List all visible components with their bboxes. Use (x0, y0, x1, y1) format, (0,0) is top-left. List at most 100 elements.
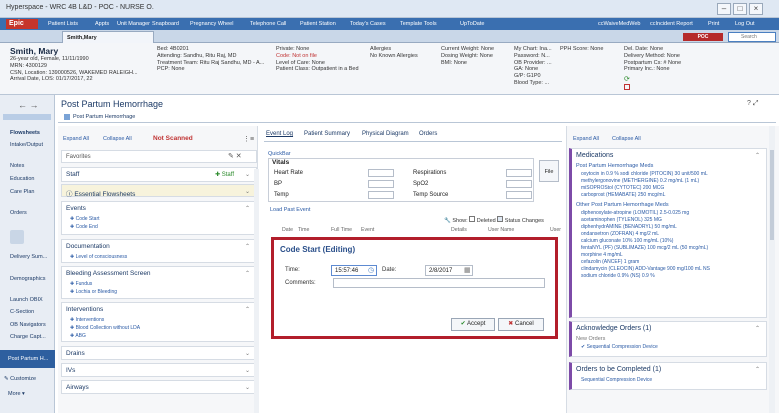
favorites-edit-icon[interactable]: ✎ ✕ (228, 152, 242, 160)
tab-patient-summary[interactable]: Patient Summary (304, 131, 350, 137)
med-item[interactable]: fentaNYL (PF) (SUBLIMAZE) 100 mcg/2 mL (… (572, 244, 766, 251)
menu-pregnancy-wheel[interactable]: Pregnancy Wheel (190, 21, 233, 27)
chevron-down-icon[interactable]: ⌄ (245, 367, 250, 374)
menu-todays-cases[interactable]: Today's Cases (350, 21, 386, 27)
temp-field[interactable] (368, 191, 394, 199)
accept-button[interactable]: ✔ Accept (451, 318, 495, 331)
patient-tab[interactable]: Smith,Mary (62, 31, 154, 43)
blood-collection-link[interactable]: ✚ Blood Collection without LDA (62, 324, 256, 332)
right-expand-all-link[interactable]: Expand All (573, 136, 599, 142)
more-button[interactable]: More ▾ (8, 391, 25, 397)
collapse-icon[interactable]: ⌃ (245, 205, 250, 212)
nav-charge-capture[interactable]: Charge Capt... (0, 334, 55, 340)
collapse-all-link[interactable]: Collapse All (103, 136, 132, 142)
nav-intake-output[interactable]: Intake/Output (0, 142, 55, 148)
maximize-button[interactable]: □ (733, 3, 747, 15)
section-airways[interactable]: Airways ⌄ (61, 380, 257, 394)
med-item[interactable]: miSOPROStol (CYTOTEC) 200 MCG (572, 184, 766, 191)
med-item[interactable]: acetaminophen (TYLENOL) 325 MG (572, 216, 766, 223)
staff-add-button[interactable]: ✚ Staff (215, 171, 234, 178)
menu-template-tools[interactable]: Template Tools (400, 21, 437, 27)
menu-patient-station[interactable]: Patient Station (300, 21, 336, 27)
section-documentation[interactable]: Documentation ✚ Level of consciousness ⌃ (61, 239, 257, 263)
chevron-down-icon[interactable]: ⌄ (245, 171, 250, 178)
med-item[interactable]: methylergonovine (METHERGINE) 0.2 mg/mL … (572, 177, 766, 184)
spo2-field[interactable] (506, 180, 532, 188)
nav-launch-obix[interactable]: Launch OBIX (0, 297, 55, 303)
search-input[interactable]: Search (728, 32, 776, 42)
section-events[interactable]: Events ✚ Code Start ✚ Code End ⌃ (61, 201, 257, 235)
event-code-end-link[interactable]: ✚ Code End (62, 223, 256, 231)
section-interventions[interactable]: Interventions ✚ Interventions ✚ Blood Co… (61, 302, 257, 342)
complete-order-item[interactable]: Sequential Compression Device (572, 376, 766, 383)
menu-log-out[interactable]: Log Out (735, 21, 755, 27)
collapse-icon[interactable]: ⌃ (245, 243, 250, 250)
collapse-icon[interactable]: ⌃ (755, 366, 760, 373)
nav-demographics[interactable]: Demographics (0, 276, 55, 282)
expand-all-link[interactable]: Expand All (63, 136, 89, 142)
nav-flowsheets[interactable]: Flowsheets (0, 130, 55, 136)
status-changes-checkbox[interactable] (497, 216, 504, 222)
menu-appts[interactable]: Appts (95, 21, 109, 27)
abg-link[interactable]: ✚ ABG (62, 332, 256, 340)
lochia-link[interactable]: ✚ Lochia or Bleeding (62, 288, 256, 296)
menu-ccwaivemedweb[interactable]: ccWaiveMedWeb (598, 21, 641, 27)
refresh-icon[interactable]: ⟳ (624, 75, 630, 83)
menu-ccincident-report[interactable]: ccIncident Report (650, 21, 693, 27)
wrench-icon[interactable]: 🔧 (444, 218, 451, 224)
heart-rate-field[interactable] (368, 169, 394, 177)
event-code-start-link[interactable]: ✚ Code Start (62, 215, 256, 223)
minimize-button[interactable]: – (717, 3, 731, 15)
med-item[interactable]: calcium gluconate 10% 100 mg/mL (10%) (572, 237, 766, 244)
section-ivs[interactable]: IVs ⌄ (61, 363, 257, 377)
tab-physical-diagram[interactable]: Physical Diagram (362, 131, 409, 137)
cancel-button[interactable]: ✖ Cancel (498, 318, 544, 331)
nav-post-partum-hemorrhage[interactable]: Post Partum H... (0, 350, 55, 368)
collapse-icon[interactable]: ⌃ (245, 270, 250, 277)
respirations-field[interactable] (506, 169, 532, 177)
navigator-scrollbar[interactable] (254, 169, 259, 413)
temp-source-field[interactable] (506, 191, 532, 199)
menu-print[interactable]: Print (708, 21, 719, 27)
med-item[interactable]: diphenhydrAMINE (BENADRYL) 50 mg/mL (572, 223, 766, 230)
nav-education[interactable]: Education (0, 176, 55, 182)
file-button[interactable]: File (539, 160, 559, 182)
nav-ob-navigators[interactable]: OB Navigators (0, 322, 55, 328)
right-collapse-all-link[interactable]: Collapse All (612, 136, 641, 142)
med-item[interactable]: oxytocin in 0.9 % sodi chloride (PITOCIN… (572, 170, 766, 177)
chevron-down-icon[interactable]: ⌄ (245, 350, 250, 357)
calendar-icon[interactable]: ▦ (464, 266, 471, 274)
bp-field[interactable] (368, 180, 394, 188)
chevron-down-icon[interactable]: ⌄ (245, 384, 250, 391)
menu-snapboard[interactable]: Snapboard (152, 21, 179, 27)
panel-options-icon[interactable]: ⋮≡ (243, 135, 254, 143)
tab-orders[interactable]: Orders (419, 131, 437, 137)
nav-orders[interactable]: Orders (0, 210, 55, 216)
med-item[interactable]: clindamycin (CLEOCIN) ADD-Vantage 900 mg… (572, 265, 766, 272)
nav-care-plan[interactable]: Care Plan (0, 189, 55, 195)
chevron-down-icon[interactable]: ⌄ (245, 188, 250, 195)
flag-icon[interactable] (624, 84, 630, 92)
menu-uptodate[interactable]: UpToDate (460, 21, 484, 27)
tab-event-log[interactable]: Event Log (266, 131, 293, 137)
med-item[interactable]: morphine 4 mg/mL (572, 251, 766, 258)
menu-telephone-call[interactable]: Telephone Call (250, 21, 286, 27)
close-button[interactable]: × (749, 3, 763, 15)
right-scrollbar-thumb[interactable] (770, 150, 774, 240)
med-item[interactable]: diphenoxylate-atropine (LOMOTIL) 2.5-0.0… (572, 209, 766, 216)
collapse-icon[interactable]: ⌃ (755, 152, 760, 159)
menu-unit-manager[interactable]: Unit Manager (117, 21, 150, 27)
load-past-event-link[interactable]: Load Past Event (270, 207, 310, 213)
menu-patient-lists[interactable]: Patient Lists (48, 21, 78, 27)
nav-notes[interactable]: Notes (0, 163, 55, 169)
ack-order-item[interactable]: ✔ Sequential Compression Device (572, 343, 766, 350)
section-essential-flowsheets[interactable]: ⓘ Essential Flowsheets ⌄ (61, 184, 257, 198)
nav-c-section[interactable]: C-Section (0, 309, 55, 315)
med-item[interactable]: ondansetron (ZOFRAN) 4 mg/2 mL (572, 230, 766, 237)
fundus-link[interactable]: ✚ Fundus (62, 280, 256, 288)
nav-back-forward-icon[interactable]: ← → (18, 100, 39, 110)
med-item[interactable]: sodium chloride 0.9% (NS) 0.9 % (572, 272, 766, 279)
section-bleeding-assessment[interactable]: Bleeding Assessment Screen ✚ Fundus ✚ Lo… (61, 266, 257, 299)
collapse-icon[interactable]: ⌃ (755, 325, 760, 332)
epic-menu-button[interactable]: Epic (6, 19, 38, 29)
